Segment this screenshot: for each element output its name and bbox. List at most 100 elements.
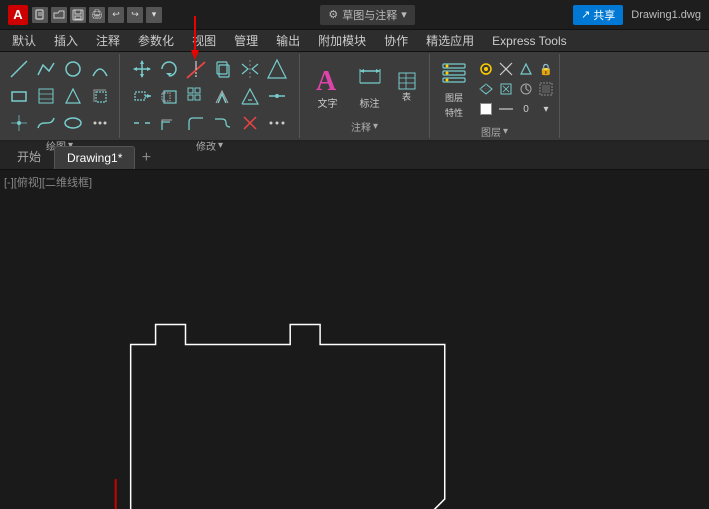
share-icon: ↗ (581, 8, 590, 21)
tool-text[interactable]: A 文字 (308, 60, 348, 113)
tab-bar: 开始 Drawing1* + (0, 142, 709, 170)
tool-join[interactable] (264, 83, 290, 109)
redo-icon[interactable]: ↪ (127, 7, 143, 23)
layer-icon-6[interactable] (497, 80, 515, 98)
quick-icons: 🖨 ↩ ↪ ▾ (32, 7, 162, 23)
table-icon (396, 70, 418, 92)
tool-line[interactable] (6, 56, 32, 82)
menu-bar: 默认 插入 注释 参数化 视图 管理 输出 附加模块 协作 精选应用 Expre… (0, 30, 709, 52)
ribbon-group-modify: 修改 ▾ (120, 54, 300, 138)
tool-blend[interactable] (210, 110, 236, 136)
draw-tools (6, 56, 113, 136)
app-icon: A (8, 5, 28, 25)
annotate-dropdown-icon[interactable]: ▾ (373, 121, 378, 132)
workspace-icon: ⚙ (328, 8, 338, 21)
tool-table[interactable]: 表 (392, 68, 422, 105)
open-file-icon[interactable] (51, 7, 67, 23)
tool-trim[interactable] (183, 56, 209, 82)
tool-polyline[interactable] (33, 56, 59, 82)
tool-layer-props[interactable]: 图层 特性 (434, 56, 474, 122)
tool-array[interactable] (183, 83, 209, 109)
tab-start[interactable]: 开始 (4, 143, 54, 169)
tool-scale[interactable] (156, 83, 182, 109)
cad-drawing (0, 170, 709, 509)
tool-hatch[interactable] (33, 83, 59, 109)
tab-drawing1[interactable]: Drawing1* (54, 146, 135, 169)
tool-chamfer[interactable] (156, 110, 182, 136)
annotate-group-label[interactable]: 注释 ▾ (347, 117, 382, 136)
tool-circle[interactable] (60, 56, 86, 82)
text-icon: A (313, 63, 343, 93)
layer-icon-5[interactable] (477, 80, 495, 98)
share-label: 共享 (593, 7, 615, 23)
layer-icon-7[interactable] (517, 80, 535, 98)
tool-arc[interactable] (87, 56, 113, 82)
menu-manage[interactable]: 管理 (226, 30, 266, 51)
share-button[interactable]: ↗ 共享 (573, 5, 623, 25)
dimension-icon (355, 63, 385, 93)
menu-collaborate[interactable]: 协作 (376, 30, 416, 51)
menu-output[interactable]: 输出 (268, 30, 308, 51)
layer-more-icon[interactable]: ▾ (537, 100, 555, 118)
tool-modify-more[interactable] (264, 110, 290, 136)
menu-express-tools[interactable]: Express Tools (484, 32, 574, 50)
layer-icon-8[interactable] (537, 80, 555, 98)
modify-tools (129, 56, 290, 136)
new-file-icon[interactable] (32, 7, 48, 23)
main-content: [-][俯视][二维线框] (0, 170, 709, 509)
menu-annotate[interactable]: 注释 (88, 30, 128, 51)
layer-tools: 图层 特性 🔒 (434, 56, 555, 122)
tool-erase[interactable] (237, 110, 263, 136)
menu-parametric[interactable]: 参数化 (130, 30, 182, 51)
workspace-dropdown-icon[interactable]: ▾ (401, 8, 407, 21)
title-center[interactable]: ⚙ 草图与注释 ▾ (320, 5, 414, 25)
ribbon: 绘图 ▾ (0, 52, 709, 142)
ribbon-group-draw: 绘图 ▾ (0, 54, 120, 138)
tool-ellipse[interactable] (60, 110, 86, 136)
svg-text:A: A (316, 66, 337, 94)
tool-boundary[interactable] (87, 83, 113, 109)
tab-new-button[interactable]: + (135, 147, 157, 169)
undo-icon[interactable]: ↩ (108, 7, 124, 23)
tool-mirror[interactable] (237, 56, 263, 82)
title-bar-left: A 🖨 ↩ ↪ ▾ (8, 5, 162, 25)
menu-addons[interactable]: 附加模块 (310, 30, 374, 51)
menu-featured[interactable]: 精选应用 (418, 30, 482, 51)
tool-fillet[interactable] (183, 110, 209, 136)
layer-lineweight-icon[interactable]: 0 (517, 100, 535, 118)
tool-gradient[interactable] (60, 83, 86, 109)
tool-explode[interactable] (237, 83, 263, 109)
layer-linetype-icon[interactable] (497, 100, 515, 118)
modify-group-label[interactable]: 修改 ▾ (192, 136, 227, 155)
tool-fillet-arrow[interactable] (264, 56, 290, 82)
workspace-label: 草图与注释 (342, 7, 397, 23)
tool-offset[interactable] (210, 83, 236, 109)
tool-copy[interactable] (210, 56, 236, 82)
layer-icon-4[interactable]: 🔒 (537, 60, 555, 78)
menu-default[interactable]: 默认 (4, 30, 44, 51)
modify-dropdown-icon[interactable]: ▾ (218, 140, 223, 151)
annotate-tools: A 文字 标注 (308, 56, 422, 117)
more-icon[interactable]: ▾ (146, 7, 162, 23)
save-icon[interactable] (70, 7, 86, 23)
layer-icon-2[interactable] (497, 60, 515, 78)
layer-color-icon[interactable] (477, 100, 495, 118)
layer-icon-1[interactable] (477, 60, 495, 78)
layer-props-icon (439, 59, 469, 89)
tool-spline[interactable] (33, 110, 59, 136)
tool-rect[interactable] (6, 83, 32, 109)
tool-point[interactable] (6, 110, 32, 136)
title-right: ↗ 共享 Drawing1.dwg (573, 5, 701, 25)
plot-icon[interactable]: 🖨 (89, 7, 105, 23)
tool-stretch[interactable] (129, 83, 155, 109)
tool-break[interactable] (129, 110, 155, 136)
tool-dimension[interactable]: 标注 (350, 60, 390, 113)
menu-insert[interactable]: 插入 (46, 30, 86, 51)
tool-rotate[interactable] (156, 56, 182, 82)
tool-move[interactable] (129, 56, 155, 82)
menu-view[interactable]: 视图 (184, 30, 224, 51)
tool-more-draw[interactable] (87, 110, 113, 136)
layer-icon-3[interactable] (517, 60, 535, 78)
layer-group-label[interactable]: 图层 ▾ (477, 122, 512, 141)
layer-dropdown-icon[interactable]: ▾ (503, 126, 508, 137)
